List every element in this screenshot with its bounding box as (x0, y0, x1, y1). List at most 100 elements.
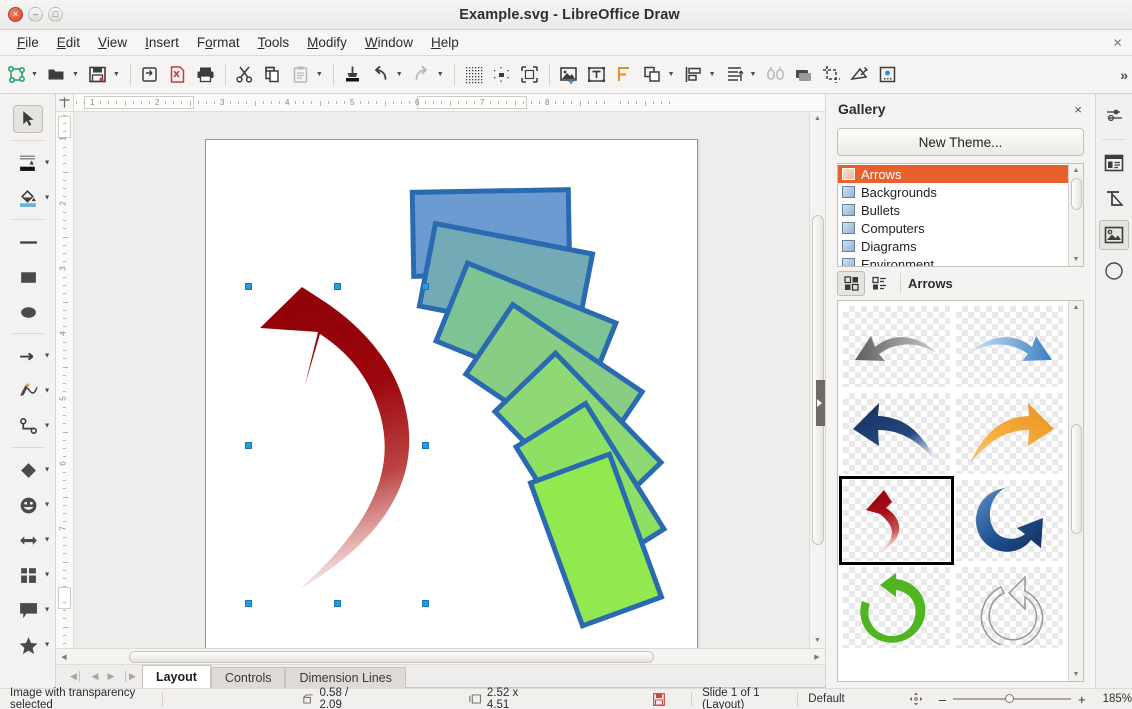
block-arrows-dropdown-arrow[interactable]: ▼ (44, 536, 51, 543)
scroll-down-arrow[interactable]: ▼ (811, 634, 825, 647)
open-button[interactable] (43, 60, 71, 90)
selection-handle-sw[interactable] (245, 600, 252, 607)
sidebar-properties[interactable] (1099, 148, 1129, 178)
distribute-button[interactable] (721, 60, 749, 90)
sidebar-shapes[interactable] (1099, 184, 1129, 214)
canvas-viewport[interactable] (74, 112, 809, 648)
theme-scroll-thumb[interactable] (1071, 178, 1082, 210)
fit-slide-button[interactable] (909, 692, 923, 706)
thumbnail-scrollbar[interactable]: ▲ ▼ (1068, 301, 1083, 681)
stars-and-banners-dropdown-arrow[interactable]: ▼ (44, 641, 51, 648)
insert-image-button[interactable] (555, 60, 583, 90)
menu-view[interactable]: View (89, 33, 136, 52)
filter-button[interactable] (845, 60, 873, 90)
gallery-theme-arrows[interactable]: Arrows (838, 165, 1068, 183)
zoom-knob[interactable] (1005, 694, 1014, 703)
print-button[interactable] (192, 60, 220, 90)
snap-to-grid-button[interactable] (488, 60, 516, 90)
last-slide-button[interactable]: │▶ (123, 671, 136, 682)
fill-color-button[interactable]: ▼ (1, 180, 55, 215)
distribute-dropdown-arrow[interactable]: ▼ (749, 71, 762, 78)
gallery-thumbnail-arrow-bold-navy-left[interactable] (840, 390, 953, 477)
flowchart-shapes-dropdown-arrow[interactable]: ▼ (44, 571, 51, 578)
connectors-dropdown-arrow[interactable]: ▼ (44, 422, 51, 429)
curves-and-polygons-button[interactable]: ▼ (1, 373, 55, 408)
gallery-thumbnail-arrow-curved-gray-left[interactable] (840, 303, 953, 390)
copy-button[interactable] (259, 60, 287, 90)
thumbnail-scroll-thumb[interactable] (1071, 424, 1082, 534)
symbol-shapes-button[interactable]: ▼ (1, 487, 55, 522)
selection-handle-w[interactable] (245, 442, 252, 449)
canvas-horizontal-scrollbar[interactable]: ◀ ▶ (56, 648, 825, 664)
basic-shapes-button[interactable]: ▼ (1, 452, 55, 487)
gallery-theme-bullets[interactable]: Bullets (838, 201, 1068, 219)
symbol-shapes-dropdown-arrow[interactable]: ▼ (44, 501, 51, 508)
icon-view-button[interactable] (837, 271, 865, 296)
zoom-track[interactable] (953, 698, 1071, 700)
gallery-thumbnail-arrow-circular-blue[interactable] (953, 477, 1066, 564)
save-dropdown-arrow[interactable]: ▼ (112, 71, 125, 78)
helplines-button[interactable] (516, 60, 544, 90)
export-button[interactable] (136, 60, 164, 90)
rectangle-button[interactable] (1, 259, 55, 294)
drawing-page[interactable] (205, 139, 698, 648)
scroll-left-arrow[interactable]: ◀ (57, 650, 71, 663)
selection-handle-se[interactable] (422, 600, 429, 607)
save-button[interactable] (84, 60, 112, 90)
theme-list-scrollbar[interactable]: ▲ ▼ (1068, 164, 1083, 266)
callout-shapes-button[interactable]: ▼ (1, 592, 55, 627)
save-status-icon[interactable] (653, 693, 665, 706)
previous-slide-button[interactable]: ◀ (92, 671, 99, 682)
connectors-button[interactable]: ▼ (1, 408, 55, 443)
view-splitter[interactable] (816, 380, 825, 426)
gallery-thumbnail-arrow-curl-red-left[interactable] (840, 477, 953, 564)
gallery-theme-diagrams[interactable]: Diagrams (838, 237, 1068, 255)
insert-text-box-button[interactable] (583, 60, 611, 90)
lines-and-arrows-button[interactable]: ▼ (1, 338, 55, 373)
window-close-button[interactable]: × (8, 7, 23, 22)
zoom-in-button[interactable]: + (1078, 692, 1086, 707)
menu-file[interactable]: File (8, 33, 48, 52)
sidebar-navigator[interactable] (1099, 256, 1129, 286)
arrange-button[interactable] (639, 60, 667, 90)
gallery-theme-computers[interactable]: Computers (838, 219, 1068, 237)
horizontal-ruler[interactable]: 12345678 (74, 94, 825, 112)
align-objects-button[interactable] (680, 60, 708, 90)
gallery-close-button[interactable]: × (1069, 100, 1087, 119)
sidebar-gallery[interactable] (1099, 220, 1129, 250)
theme-scroll-up-arrow[interactable]: ▲ (1069, 164, 1083, 177)
line-color-button[interactable]: ▼ (1, 145, 55, 180)
gallery-theme-environment[interactable]: Environment (838, 255, 1068, 267)
list-view-button[interactable] (865, 271, 893, 296)
zoom-out-button[interactable]: – (939, 692, 946, 707)
menu-format[interactable]: Format (188, 33, 249, 52)
next-slide-button[interactable]: ▶ (107, 671, 114, 682)
align-objects-dropdown-arrow[interactable]: ▼ (708, 71, 721, 78)
canvas-vertical-scrollbar[interactable]: ▲ ▼ (809, 112, 825, 648)
menu-window[interactable]: Window (356, 33, 422, 52)
fill-color-dropdown-arrow[interactable]: ▼ (44, 194, 51, 201)
selection-handle-nw[interactable] (245, 283, 252, 290)
selection-handle-e[interactable] (422, 442, 429, 449)
export-pdf-button[interactable] (164, 60, 192, 90)
vertical-ruler[interactable]: 1234567 (56, 112, 74, 648)
open-dropdown-arrow[interactable]: ▼ (71, 71, 84, 78)
menu-modify[interactable]: Modify (298, 33, 356, 52)
paste-dropdown-arrow[interactable]: ▼ (315, 71, 328, 78)
new-document-dropdown-arrow[interactable]: ▼ (30, 71, 43, 78)
cut-button[interactable] (231, 60, 259, 90)
gallery-thumbnail-arrow-curved-blue-right[interactable] (953, 303, 1066, 390)
close-document-button[interactable]: × (1113, 34, 1122, 51)
select-tool-button[interactable] (1, 101, 55, 136)
selection-handle-ne[interactable] (422, 283, 429, 290)
menu-tools[interactable]: Tools (249, 33, 299, 52)
undo-dropdown-arrow[interactable]: ▼ (395, 71, 408, 78)
gallery-thumbnail-area[interactable]: ▲ ▼ (837, 300, 1084, 682)
theme-scroll-down-arrow[interactable]: ▼ (1069, 253, 1083, 266)
clone-formatting-button[interactable] (339, 60, 367, 90)
undo-button[interactable] (367, 60, 395, 90)
curved-arrow-shape[interactable] (260, 287, 409, 589)
crop-image-button[interactable] (817, 60, 845, 90)
block-arrows-button[interactable]: ▼ (1, 522, 55, 557)
gallery-theme-list[interactable]: ArrowsBackgroundsBulletsComputersDiagram… (837, 163, 1084, 267)
